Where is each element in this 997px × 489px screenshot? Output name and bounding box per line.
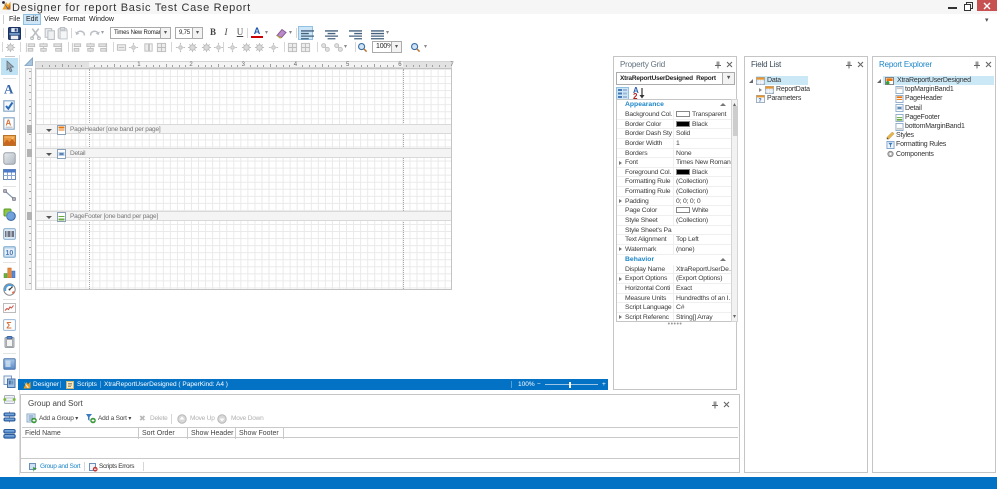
svg-text:10: 10 <box>6 250 14 257</box>
svg-text:?: ? <box>758 98 761 103</box>
svg-text:A: A <box>6 119 12 128</box>
svg-text:A: A <box>4 82 14 95</box>
svg-text:Σ: Σ <box>6 320 12 330</box>
